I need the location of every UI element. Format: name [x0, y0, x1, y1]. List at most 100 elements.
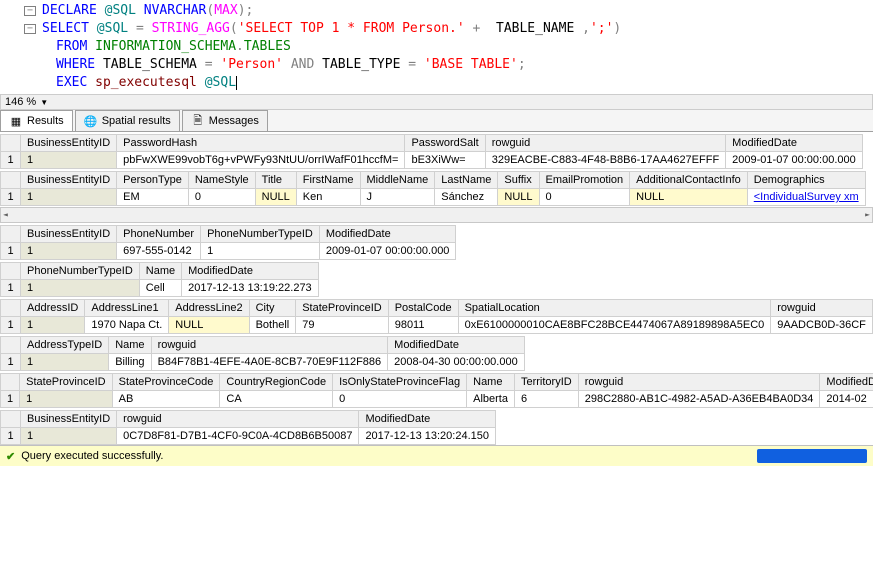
column-header[interactable]: StateProvinceCode — [112, 374, 220, 391]
cell[interactable]: J — [360, 189, 435, 206]
cell[interactable]: 1 — [21, 280, 140, 297]
table-row[interactable]: 11697-555-014212009-01-07 00:00:00.000 — [1, 243, 456, 260]
cell[interactable]: 9AADCB0D-36CF — [771, 317, 873, 334]
tab-messages[interactable]: 🗎 Messages — [182, 110, 268, 131]
table-row[interactable]: 110C7D8F81-D7B1-4CF0-9C0A-4CD8B6B5008720… — [1, 428, 496, 445]
column-header[interactable]: BusinessEntityID — [21, 411, 117, 428]
column-header[interactable]: Suffix — [498, 172, 539, 189]
cell[interactable]: 1 — [201, 243, 320, 260]
column-header[interactable]: PhoneNumber — [117, 226, 201, 243]
cell[interactable]: 0 — [539, 189, 630, 206]
column-header[interactable]: MiddleName — [360, 172, 435, 189]
column-header[interactable]: ModifiedDate — [182, 263, 319, 280]
cell[interactable]: <IndividualSurvey xm — [747, 189, 865, 206]
cell[interactable]: B84F78B1-4EFE-4A0E-8CB7-70E9F112F886 — [151, 354, 388, 371]
column-header[interactable]: City — [249, 300, 296, 317]
cell[interactable]: 329EACBE-C883-4F48-B8B6-17AA4627EFFF — [485, 152, 725, 169]
cell[interactable]: 1 — [21, 317, 85, 334]
cell[interactable]: 6 — [514, 391, 578, 408]
cell[interactable]: 79 — [296, 317, 388, 334]
column-header[interactable]: AddressLine1 — [85, 300, 169, 317]
cell[interactable]: 0xE6100000010CAE8BFC28BCE4474067A8918989… — [458, 317, 771, 334]
cell[interactable]: 298C2880-AB1C-4982-A5AD-A36EB4BA0D34 — [578, 391, 820, 408]
result-grid-5[interactable]: AddressIDAddressLine1AddressLine2CitySta… — [0, 299, 873, 334]
column-header[interactable]: StateProvinceID — [20, 374, 112, 391]
cell[interactable]: 1 — [21, 189, 117, 206]
result-grid-6[interactable]: AddressTypeIDNamerowguidModifiedDate11Bi… — [0, 336, 525, 371]
cell[interactable]: NULL — [498, 189, 539, 206]
column-header[interactable]: rowguid — [485, 135, 725, 152]
results-panel[interactable]: BusinessEntityIDPasswordHashPasswordSalt… — [0, 132, 873, 445]
column-header[interactable]: FirstName — [296, 172, 360, 189]
column-header[interactable]: rowguid — [578, 374, 820, 391]
cell[interactable]: NULL — [255, 189, 296, 206]
column-header[interactable]: rowguid — [151, 337, 388, 354]
table-row[interactable]: 11Cell2017-12-13 13:19:22.273 — [1, 280, 319, 297]
cell[interactable]: 1 — [21, 354, 109, 371]
zoom-control[interactable]: 146 % ▼ — [0, 94, 873, 110]
cell[interactable]: Cell — [139, 280, 181, 297]
column-header[interactable]: Name — [467, 374, 515, 391]
cell[interactable]: 2017-12-13 13:20:24.150 — [359, 428, 496, 445]
column-header[interactable]: LastName — [435, 172, 498, 189]
cell[interactable]: Bothell — [249, 317, 296, 334]
cell[interactable]: 2014-02 — [820, 391, 873, 408]
column-header[interactable]: CountryRegionCode — [220, 374, 333, 391]
column-header[interactable]: AddressID — [21, 300, 85, 317]
column-header[interactable]: Name — [139, 263, 181, 280]
table-row[interactable]: 111970 Napa Ct.NULLBothell79980110xE6100… — [1, 317, 873, 334]
cell[interactable]: 0C7D8F81-D7B1-4CF0-9C0A-4CD8B6B50087 — [117, 428, 359, 445]
column-header[interactable]: Name — [109, 337, 151, 354]
column-header[interactable]: ModifiedDate — [726, 135, 863, 152]
column-header[interactable]: rowguid — [117, 411, 359, 428]
column-header[interactable]: TerritoryID — [514, 374, 578, 391]
cell[interactable]: 1970 Napa Ct. — [85, 317, 169, 334]
column-header[interactable]: IsOnlyStateProvinceFlag — [333, 374, 467, 391]
cell[interactable]: NULL — [169, 317, 249, 334]
result-grid-8[interactable]: BusinessEntityIDrowguidModifiedDate110C7… — [0, 410, 496, 445]
column-header[interactable]: PostalCode — [388, 300, 458, 317]
cell[interactable]: 0 — [333, 391, 467, 408]
result-grid-3[interactable]: BusinessEntityIDPhoneNumberPhoneNumberTy… — [0, 225, 456, 260]
cell[interactable]: 1 — [21, 152, 117, 169]
column-header[interactable]: PhoneNumberTypeID — [201, 226, 320, 243]
column-header[interactable]: AdditionalContactInfo — [630, 172, 748, 189]
column-header[interactable]: PasswordHash — [117, 135, 405, 152]
column-header[interactable]: BusinessEntityID — [21, 226, 117, 243]
cell[interactable]: Billing — [109, 354, 151, 371]
column-header[interactable]: rowguid — [771, 300, 873, 317]
column-header[interactable]: StateProvinceID — [296, 300, 388, 317]
fold-icon[interactable]: − — [24, 6, 36, 16]
cell[interactable]: 697-555-0142 — [117, 243, 201, 260]
column-header[interactable]: ModifiedDate — [388, 337, 525, 354]
table-row[interactable]: 11pbFwXWE99vobT6g+vPWFy93NtUU/orrIWafF01… — [1, 152, 863, 169]
cell[interactable]: Sánchez — [435, 189, 498, 206]
cell[interactable]: 1 — [20, 391, 112, 408]
column-header[interactable]: ModifiedDate — [359, 411, 496, 428]
cell[interactable]: 0 — [188, 189, 255, 206]
cell[interactable]: EM — [117, 189, 189, 206]
cell[interactable]: AB — [112, 391, 220, 408]
column-header[interactable]: NameStyle — [188, 172, 255, 189]
fold-icon[interactable]: − — [24, 24, 36, 34]
result-grid-4[interactable]: PhoneNumberTypeIDNameModifiedDate11Cell2… — [0, 262, 319, 297]
cell[interactable]: bE3XiWw= — [405, 152, 485, 169]
table-row[interactable]: 11EM0NULLKenJSánchezNULL0NULL<Individual… — [1, 189, 866, 206]
cell[interactable]: CA — [220, 391, 333, 408]
column-header[interactable]: ModifiedDate — [319, 226, 456, 243]
column-header[interactable]: BusinessEntityID — [21, 172, 117, 189]
column-header[interactable]: PhoneNumberTypeID — [21, 263, 140, 280]
chevron-down-icon[interactable]: ▼ — [40, 98, 48, 107]
sql-editor[interactable]: − DECLARE @SQL NVARCHAR(MAX); − SELECT @… — [0, 0, 873, 94]
column-header[interactable]: PersonType — [117, 172, 189, 189]
cell[interactable]: 2009-01-07 00:00:00.000 — [726, 152, 863, 169]
cell[interactable]: Alberta — [467, 391, 515, 408]
horizontal-scrollbar[interactable] — [0, 207, 873, 223]
column-header[interactable]: BusinessEntityID — [21, 135, 117, 152]
cell[interactable]: 1 — [21, 243, 117, 260]
result-grid-1[interactable]: BusinessEntityIDPasswordHashPasswordSalt… — [0, 134, 863, 169]
cell[interactable]: 98011 — [388, 317, 458, 334]
cell[interactable]: 2008-04-30 00:00:00.000 — [388, 354, 525, 371]
cell[interactable]: pbFwXWE99vobT6g+vPWFy93NtUU/orrIWafF01hc… — [117, 152, 405, 169]
cell[interactable]: 2009-01-07 00:00:00.000 — [319, 243, 456, 260]
